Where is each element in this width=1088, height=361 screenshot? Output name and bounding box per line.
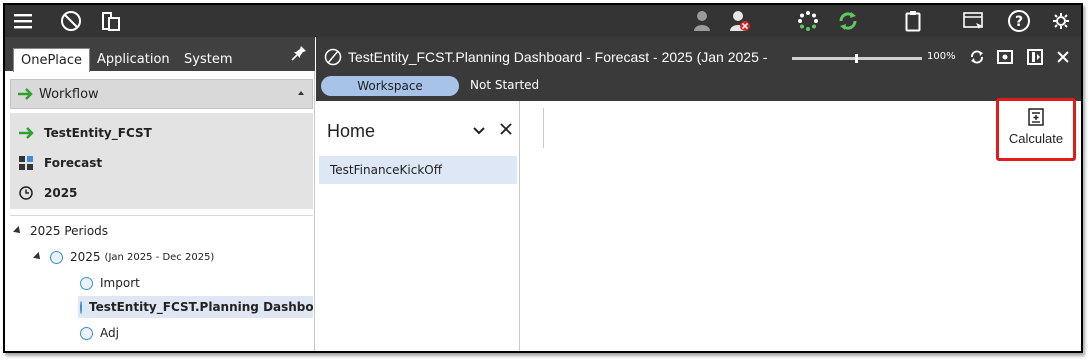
pov-scenario-label: Forecast — [44, 156, 103, 170]
fit-icon[interactable] — [996, 48, 1014, 66]
compass-icon[interactable] — [57, 5, 85, 37]
workflow-tree: 2025 Periods 2025 (Jan 2025 - Dec 2025) … — [10, 215, 313, 351]
scenario-icon — [18, 155, 34, 171]
expand-icon[interactable] — [33, 252, 43, 262]
dashboard-title: TestEntity_FCST.Planning Dashboard - For… — [348, 49, 768, 65]
status-label: Not Started — [470, 78, 540, 92]
tree-node-planning-dashboard[interactable]: TestEntity_FCST.Planning Dashboard — [78, 296, 313, 318]
pov-entity-label: TestEntity_FCST — [44, 126, 152, 140]
toolbar-divider — [543, 108, 544, 148]
pov-time[interactable]: 2025 — [18, 181, 77, 205]
documents-icon[interactable] — [97, 5, 125, 37]
status-circle-icon — [80, 300, 82, 314]
tree-node-label: 2025 Periods — [30, 224, 109, 238]
tree-node-year[interactable]: 2025 (Jan 2025 - Dec 2025) — [33, 246, 215, 268]
dashboard-logo-icon — [324, 48, 342, 66]
collapse-icon[interactable] — [298, 91, 304, 95]
user-icon[interactable] — [691, 5, 713, 37]
main-panel: TestEntity_FCST.Planning Dashboard - For… — [316, 37, 1081, 351]
zoom-level: 100% — [927, 51, 956, 62]
zoom-slider-thumb[interactable] — [855, 54, 858, 63]
zoom-slider[interactable] — [792, 54, 922, 63]
tree-node-label: Import — [100, 276, 140, 290]
left-tab-bar: OnePlace Application System — [5, 37, 315, 72]
home-pane: Home TestFinanceKickOff — [316, 101, 520, 351]
calculator-icon — [1028, 108, 1044, 126]
settings-icon[interactable] — [1047, 5, 1075, 37]
refresh-icon[interactable] — [968, 48, 986, 66]
pov-entity[interactable]: TestEntity_FCST — [18, 121, 152, 145]
loading-icon — [795, 5, 821, 37]
arrow-right-icon — [18, 88, 33, 100]
pov-time-label: 2025 — [44, 186, 78, 200]
calculate-button[interactable]: Calculate — [996, 98, 1076, 161]
top-toolbar: ? — [5, 5, 1081, 37]
tree-node-label: 2025 — [70, 250, 101, 264]
expand-icon[interactable] — [13, 226, 23, 236]
svg-text:?: ? — [1015, 14, 1023, 30]
close-icon[interactable] — [498, 121, 514, 137]
workflow-label: Workflow — [39, 86, 99, 102]
calculate-label: Calculate — [1008, 131, 1064, 146]
tree-node-range: (Jan 2025 - Dec 2025) — [104, 251, 215, 263]
form-icon[interactable] — [961, 5, 987, 37]
pov-panel: TestEntity_FCST Forecast 2025 — [10, 113, 313, 209]
panel-toggle-icon[interactable] — [1026, 48, 1044, 66]
arrow-right-icon — [18, 125, 34, 141]
workflow-header[interactable]: Workflow — [10, 79, 313, 109]
tab-system[interactable]: System — [177, 48, 239, 72]
user-remove-icon[interactable] — [727, 5, 753, 37]
status-circle-icon — [80, 326, 93, 340]
home-title: Home — [327, 121, 376, 141]
chevron-down-icon[interactable] — [471, 123, 487, 139]
tree-node-label: Adj — [100, 326, 119, 340]
left-panel: OnePlace Application System Workflow Tes… — [5, 37, 315, 351]
workspace-button[interactable]: Workspace — [321, 76, 459, 96]
help-icon[interactable]: ? — [1005, 5, 1033, 37]
close-icon[interactable] — [1054, 48, 1072, 66]
status-circle-icon — [50, 250, 63, 264]
status-circle-icon — [80, 276, 93, 290]
clock-icon — [18, 185, 34, 201]
home-item-testfinancekickoff[interactable]: TestFinanceKickOff — [319, 156, 517, 184]
tree-node-label: TestEntity_FCST.Planning Dashboard — [89, 300, 313, 314]
tree-node-periods[interactable]: 2025 Periods — [13, 220, 109, 242]
dashboard-header: TestEntity_FCST.Planning Dashboard - For… — [316, 37, 1081, 101]
tree-node-adj[interactable]: Adj — [80, 322, 119, 344]
pov-scenario[interactable]: Forecast — [18, 151, 102, 175]
tab-oneplace[interactable]: OnePlace — [13, 48, 91, 72]
pin-icon[interactable] — [291, 45, 307, 61]
tab-application[interactable]: Application — [90, 48, 177, 72]
tree-node-import[interactable]: Import — [80, 272, 140, 294]
refresh-icon[interactable] — [835, 5, 861, 37]
app-window: ? OnePlace Application System Workflow T… — [3, 3, 1083, 353]
menu-icon[interactable] — [11, 5, 35, 37]
clipboard-icon[interactable] — [901, 5, 925, 37]
